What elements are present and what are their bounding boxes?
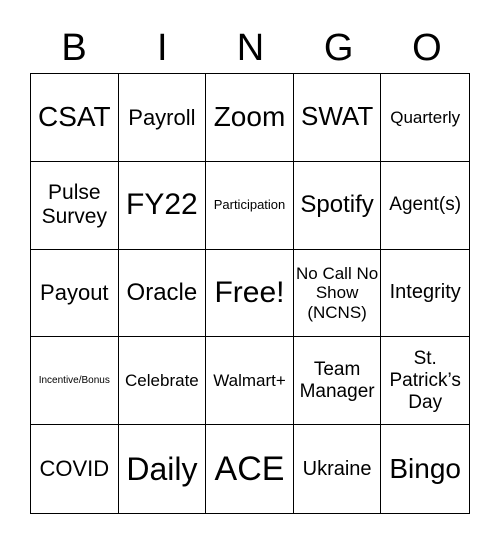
bingo-cell[interactable]: Payout: [31, 249, 119, 338]
bingo-grid: CSAT Payroll Zoom SWAT Quarterly Pulse Survey…: [30, 73, 470, 514]
header-letter: N: [236, 27, 265, 69]
bingo-cell[interactable]: Payroll: [118, 74, 207, 162]
bingo-cell[interactable]: Spotify: [293, 161, 382, 250]
bingo-cell[interactable]: Integrity: [381, 250, 469, 338]
bingo-cell[interactable]: Participation: [206, 161, 294, 250]
bingo-cell[interactable]: Zoom: [206, 74, 294, 162]
bingo-cell[interactable]: Pulse Survey: [31, 161, 119, 250]
bingo-cell[interactable]: Walmart+: [206, 337, 294, 426]
bingo-cell[interactable]: ACE: [206, 425, 294, 513]
header-letter: B: [61, 27, 87, 69]
header-letter: O: [412, 27, 442, 69]
bingo-cell[interactable]: Agent(s): [381, 162, 469, 250]
bingo-cell[interactable]: Bingo: [381, 425, 469, 513]
header-letter: G: [323, 27, 354, 69]
bingo-cell[interactable]: Quarterly: [381, 74, 469, 162]
bingo-cell[interactable]: St. Patrick’s Day: [381, 337, 469, 426]
bingo-cell[interactable]: Team Manager: [293, 337, 382, 426]
bingo-header: B I N G O: [30, 26, 471, 70]
header-letter: I: [157, 27, 168, 69]
bingo-cell[interactable]: COVID: [31, 425, 119, 513]
bingo-cell[interactable]: SWAT: [293, 74, 382, 162]
bingo-cell[interactable]: Oracle: [118, 249, 207, 338]
bingo-cell[interactable]: FY22: [118, 161, 207, 250]
bingo-cell[interactable]: Ukraine: [294, 425, 382, 513]
bingo-cell[interactable]: No Call No Show (NCNS): [293, 249, 382, 338]
bingo-cell[interactable]: Daily: [119, 425, 207, 513]
bingo-cell[interactable]: Celebrate: [118, 337, 207, 426]
bingo-cell[interactable]: Incentive/Bonus: [31, 337, 119, 426]
bingo-cell[interactable]: Free!: [206, 249, 294, 338]
bingo-cell[interactable]: CSAT: [31, 74, 119, 162]
